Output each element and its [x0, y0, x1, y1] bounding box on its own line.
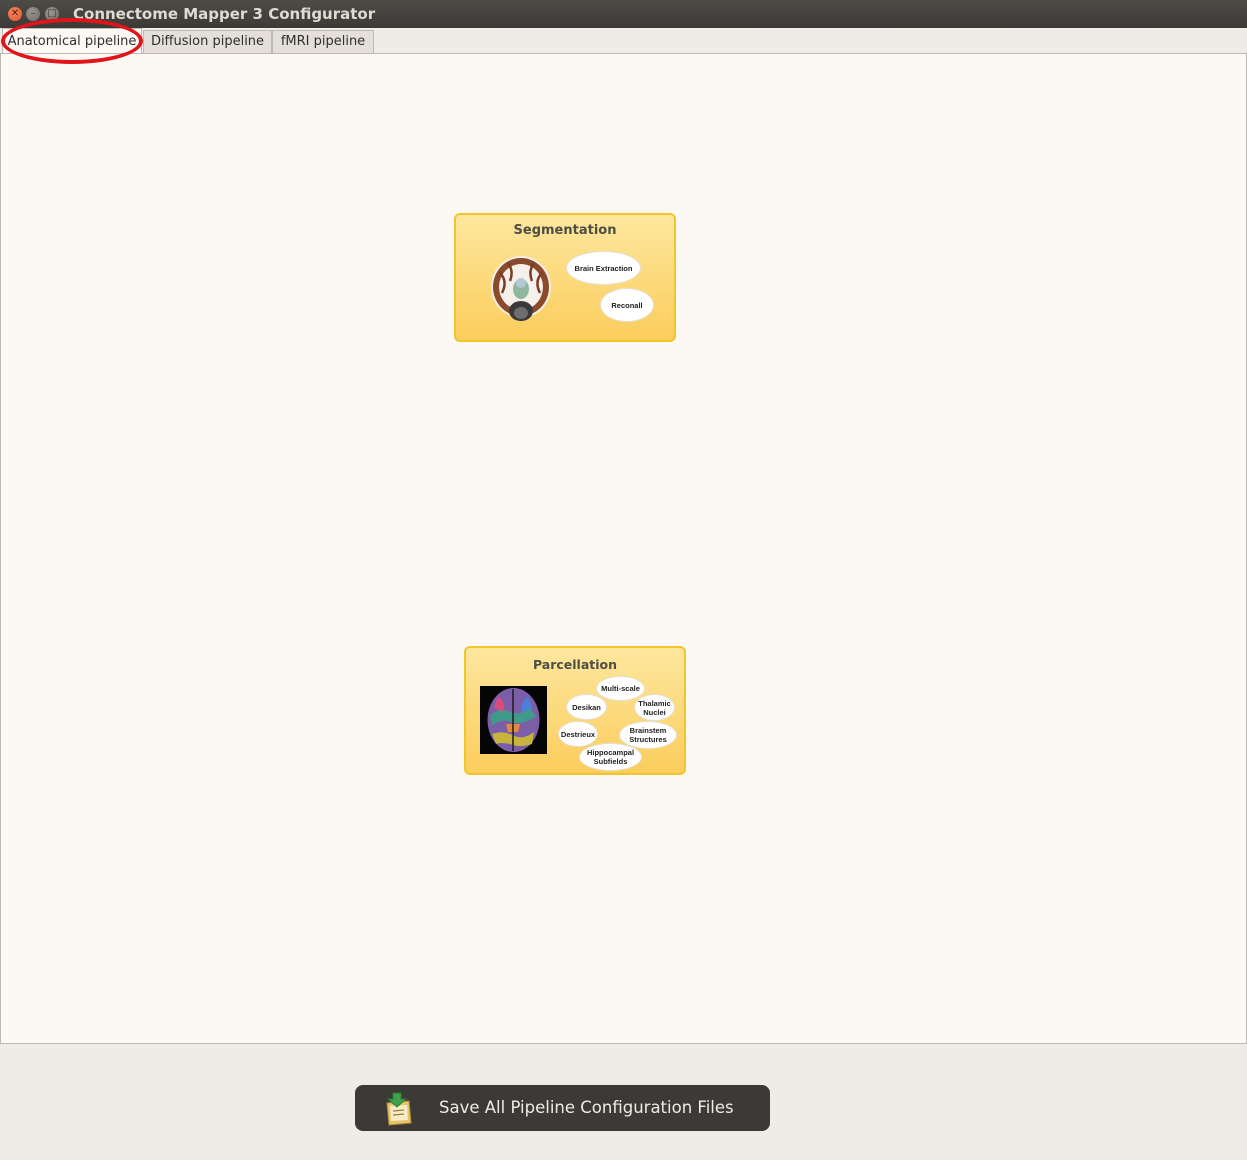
- option-thalamic-nuclei: Thalamic Nuclei: [634, 694, 675, 721]
- pipeline-tabbar: Diffusion pipeline fMRI pipeline Anatomi…: [0, 28, 1247, 54]
- save-all-configuration-button[interactable]: Save All Pipeline Configuration Files: [355, 1085, 770, 1131]
- tab-fmri-pipeline[interactable]: fMRI pipeline: [272, 30, 374, 53]
- segmentation-stage-button[interactable]: Segmentation Brain Extraction Reconall: [454, 213, 676, 342]
- parcellation-stage-button[interactable]: Parcellation Multi-scale Desikan Thalami…: [464, 646, 686, 775]
- segmentation-stage-title: Segmentation: [513, 223, 617, 238]
- save-all-configuration-label: Save All Pipeline Configuration Files: [439, 1098, 734, 1117]
- maximize-window-icon[interactable]: □: [45, 7, 59, 21]
- anatomical-pipeline-panel: [0, 53, 1247, 1044]
- tab-anatomical-pipeline[interactable]: Anatomical pipeline: [2, 28, 142, 54]
- option-hippocampal-subfields: Hippocampal Subfields: [579, 743, 642, 771]
- option-multi-scale: Multi-scale: [596, 676, 645, 701]
- option-reconall: Reconall: [600, 288, 654, 322]
- parcellation-stage-title: Parcellation: [532, 657, 618, 672]
- brain-slice-icon: [491, 256, 551, 321]
- window-titlebar: ✕ – □ Connectome Mapper 3 Configurator: [0, 0, 1247, 28]
- close-window-icon[interactable]: ✕: [8, 7, 22, 21]
- save-config-icon: [386, 1092, 412, 1126]
- parcellated-brain-icon: [480, 686, 547, 754]
- option-destrieux: Destrieux: [558, 721, 598, 747]
- option-desikan: Desikan: [566, 694, 607, 720]
- tab-diffusion-pipeline[interactable]: Diffusion pipeline: [143, 30, 272, 53]
- option-brain-extraction: Brain Extraction: [566, 251, 641, 285]
- minimize-window-icon[interactable]: –: [26, 7, 40, 21]
- window-title: Connectome Mapper 3 Configurator: [73, 5, 376, 23]
